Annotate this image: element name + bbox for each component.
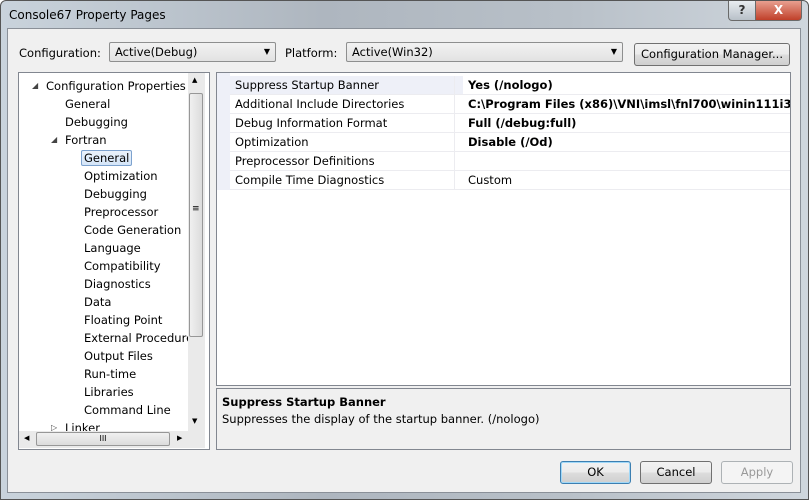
tree-vertical-scrollbar[interactable]: ▲ ≡ ▼ <box>188 73 205 431</box>
tree-item-label: Debugging <box>84 187 147 201</box>
property-value[interactable]: Custom <box>454 171 512 189</box>
tree-item[interactable]: Preprocessor <box>84 203 158 221</box>
tree-item-label: General <box>81 150 133 166</box>
tree-item[interactable]: Optimization <box>84 167 158 185</box>
tree-item[interactable]: Compatibility <box>84 257 161 275</box>
tree-item[interactable]: General <box>81 149 133 167</box>
scroll-down-icon[interactable]: ▼ <box>192 417 197 425</box>
tree-item-label: External Procedures <box>84 331 200 345</box>
scrollbar-thumb[interactable]: III <box>36 432 170 446</box>
tree-item[interactable]: ◢ Fortran <box>51 131 107 149</box>
tree-item-label: Fortran <box>65 133 107 147</box>
tree-item-label: Optimization <box>84 169 158 183</box>
property-name: Suppress Startup Banner <box>235 76 380 94</box>
collapse-triangle-icon[interactable]: ◢ <box>51 131 57 149</box>
property-value[interactable]: Disable (/Od) <box>454 133 553 151</box>
property-row[interactable]: Optimization Disable (/Od) <box>230 133 790 152</box>
window-title: Console67 Property Pages <box>9 8 166 22</box>
collapse-triangle-icon[interactable]: ◢ <box>32 77 38 95</box>
tree-item[interactable]: General <box>65 95 110 113</box>
scroll-left-icon[interactable]: ◀ <box>24 434 29 442</box>
tree-item-label: Preprocessor <box>84 205 159 219</box>
property-value[interactable]: Full (/debug:full) <box>454 114 576 132</box>
description-text: Suppresses the display of the startup ba… <box>222 412 540 426</box>
tree-item[interactable]: Language <box>84 239 141 257</box>
property-row[interactable]: Preprocessor Definitions <box>230 152 790 171</box>
property-value[interactable]: Yes (/nologo) <box>454 76 553 94</box>
tree-item-label: Compatibility <box>84 259 161 273</box>
tree-item[interactable]: Data <box>84 293 111 311</box>
chevron-down-icon: ▼ <box>263 47 270 56</box>
tree-item-label: Command Line <box>84 403 171 417</box>
tree-item-label: Floating Point <box>84 313 163 327</box>
tree-item[interactable]: Output Files <box>84 347 153 365</box>
tree-item-label: Output Files <box>84 349 153 363</box>
close-button[interactable]: X <box>755 1 802 21</box>
property-row[interactable]: Additional Include Directories C:\Program… <box>230 95 790 114</box>
help-button[interactable]: ? <box>728 1 756 21</box>
property-tree: ◢ Configuration Properties General Debuggin… <box>18 72 210 450</box>
configuration-label: Configuration: <box>19 46 101 60</box>
property-name: Additional Include Directories <box>235 97 405 111</box>
tree-item[interactable]: ◢ Configuration Properties <box>32 77 186 95</box>
configuration-value: Active(Debug) <box>115 45 198 59</box>
tree-item-label: Run-time <box>84 367 137 381</box>
tree-horizontal-scrollbar[interactable]: ◀ III ▶ <box>19 431 205 448</box>
platform-dropdown[interactable]: Active(Win32) ▼ <box>346 42 623 62</box>
tree-item[interactable]: Libraries <box>84 383 134 401</box>
platform-label: Platform: <box>285 46 338 60</box>
property-grid: Suppress Startup Banner Yes (/nologo) Addi… <box>216 72 791 386</box>
description-panel: Suppress Startup Banner Suppresses the d… <box>216 388 791 450</box>
tree-item-label: General <box>65 97 111 111</box>
tree-item[interactable]: Debugging <box>84 185 147 203</box>
tree-item-label: Language <box>84 241 141 255</box>
cancel-button[interactable]: Cancel <box>640 461 712 484</box>
platform-value: Active(Win32) <box>352 45 433 59</box>
tree-item-label: Libraries <box>84 385 134 399</box>
property-name: Debug Information Format <box>235 116 388 130</box>
tree-item[interactable]: Debugging <box>65 113 128 131</box>
tree-item-label: Data <box>84 295 112 309</box>
tree-item[interactable]: Floating Point <box>84 311 162 329</box>
tree-item-label: Diagnostics <box>84 277 151 291</box>
ok-button[interactable]: OK <box>560 461 631 484</box>
apply-button[interactable]: Apply <box>721 461 793 484</box>
scrollbar-thumb[interactable]: ≡ <box>189 93 203 337</box>
property-row[interactable]: Compile Time Diagnostics Custom <box>230 171 790 190</box>
tree-item[interactable]: Run-time <box>84 365 136 383</box>
property-row[interactable]: Debug Information Format Full (/debug:ful… <box>230 114 790 133</box>
tree-item-label: Code Generation <box>84 223 182 237</box>
property-name: Preprocessor Definitions <box>235 154 375 168</box>
property-name: Compile Time Diagnostics <box>235 173 385 187</box>
configuration-manager-button[interactable]: Configuration Manager... <box>634 43 790 66</box>
tree-item[interactable]: Code Generation <box>84 221 181 239</box>
scroll-right-icon[interactable]: ▶ <box>177 434 182 442</box>
property-value[interactable]: C:\Program Files (x86)\VNI\imsl\fnl700\w… <box>454 95 790 113</box>
tree-item[interactable]: Diagnostics <box>84 275 151 293</box>
tree-item[interactable]: External Procedures <box>84 329 199 347</box>
configuration-dropdown[interactable]: Active(Debug) ▼ <box>109 42 276 62</box>
tree-item-label: Configuration Properties <box>46 79 186 93</box>
tree-item[interactable]: Command Line <box>84 401 171 419</box>
tree-item-label: Debugging <box>65 115 128 129</box>
chevron-down-icon: ▼ <box>610 47 617 56</box>
scroll-up-icon[interactable]: ▲ <box>192 76 197 84</box>
property-name: Optimization <box>235 135 309 149</box>
property-row[interactable]: Suppress Startup Banner Yes (/nologo) <box>230 76 790 95</box>
grid-margin <box>217 73 230 190</box>
property-value[interactable] <box>454 152 468 170</box>
description-title: Suppress Startup Banner <box>222 395 386 409</box>
